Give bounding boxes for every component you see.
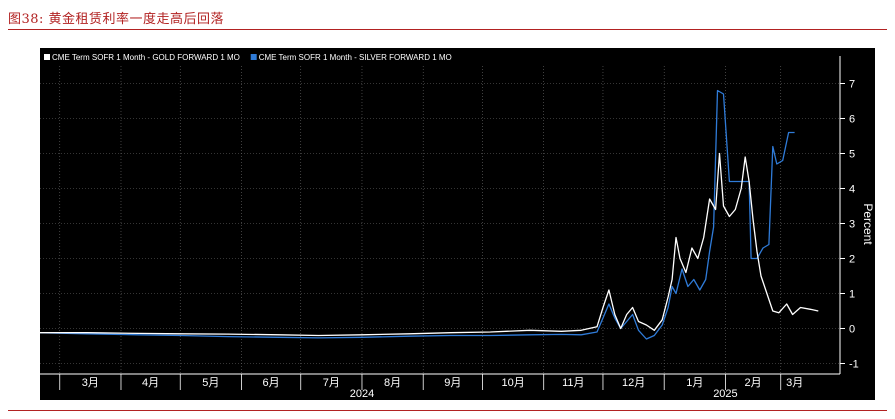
y-tick-label: 2 bbox=[849, 254, 855, 266]
y-tick-label: 1 bbox=[849, 289, 855, 301]
footer-rule bbox=[8, 410, 887, 411]
series-lines bbox=[40, 89, 819, 340]
x-tick-label: 5月 bbox=[202, 377, 219, 389]
x-tick-label: 7月 bbox=[323, 377, 340, 389]
y-tick-label: 4 bbox=[849, 184, 855, 196]
x-tick-label: 3月 bbox=[82, 377, 99, 389]
y-tick-label: 0 bbox=[849, 324, 855, 336]
x-tick-label: 6月 bbox=[263, 377, 280, 389]
y-tick-label: 3 bbox=[849, 219, 855, 231]
chart-panel: -1 0 1 2 3 4 5 6 7 3月 4月 5月 6月 7月 8月 9月 10月 11月 12月 1月 2月 3月… bbox=[40, 48, 875, 400]
figure-title: 图38: 黄金租赁利率一度走高后回落 bbox=[8, 12, 225, 27]
legend-swatch-gold bbox=[44, 54, 50, 60]
x-tick-label: 12月 bbox=[622, 377, 645, 389]
x-year-label: 2025 bbox=[713, 388, 737, 400]
x-tick-label: 3月 bbox=[786, 377, 803, 389]
legend-swatch-silver bbox=[250, 54, 257, 60]
x-tick-label: 2月 bbox=[745, 377, 762, 389]
x-tick-label: 9月 bbox=[444, 377, 461, 389]
y-tick-label: 7 bbox=[849, 79, 855, 91]
grid bbox=[40, 66, 840, 374]
legend-label-silver: CME Term SOFR 1 Month - SILVER FORWARD 1… bbox=[259, 53, 452, 62]
legend-label-gold: CME Term SOFR 1 Month - GOLD FORWARD 1 M… bbox=[52, 53, 240, 62]
legend: CME Term SOFR 1 Month - GOLD FORWARD 1 M… bbox=[44, 53, 452, 62]
y-axis-label: Percent bbox=[861, 203, 875, 245]
x-tick-label: 1月 bbox=[686, 377, 703, 389]
x-year-label: 2024 bbox=[350, 388, 374, 400]
chart-svg: -101234567 3月 4月 5月 6月 7月 8月 9月 10月 11月 12月 1月 2月 3月… bbox=[40, 53, 875, 400]
x-tick-label: 4月 bbox=[142, 377, 159, 389]
y-axis: -1 0 1 2 3 4 5 6 7 bbox=[839, 56, 859, 374]
x-tick-label: 8月 bbox=[384, 377, 401, 389]
gold-series-line bbox=[40, 152, 819, 337]
y-tick-label: -1 bbox=[849, 359, 859, 371]
title-rule bbox=[8, 29, 887, 30]
y-tick-label: 5 bbox=[849, 149, 855, 161]
x-tick-label: 10月 bbox=[501, 377, 524, 389]
y-tick-label: 6 bbox=[849, 114, 855, 126]
silver-series-line bbox=[40, 89, 795, 340]
x-tick-label: 11月 bbox=[562, 377, 584, 389]
x-axis: 3月 4月 5月 6月 7月 8月 9月 10月 11月 12月 1月 2月 3月 2024 2025 bbox=[40, 373, 840, 400]
